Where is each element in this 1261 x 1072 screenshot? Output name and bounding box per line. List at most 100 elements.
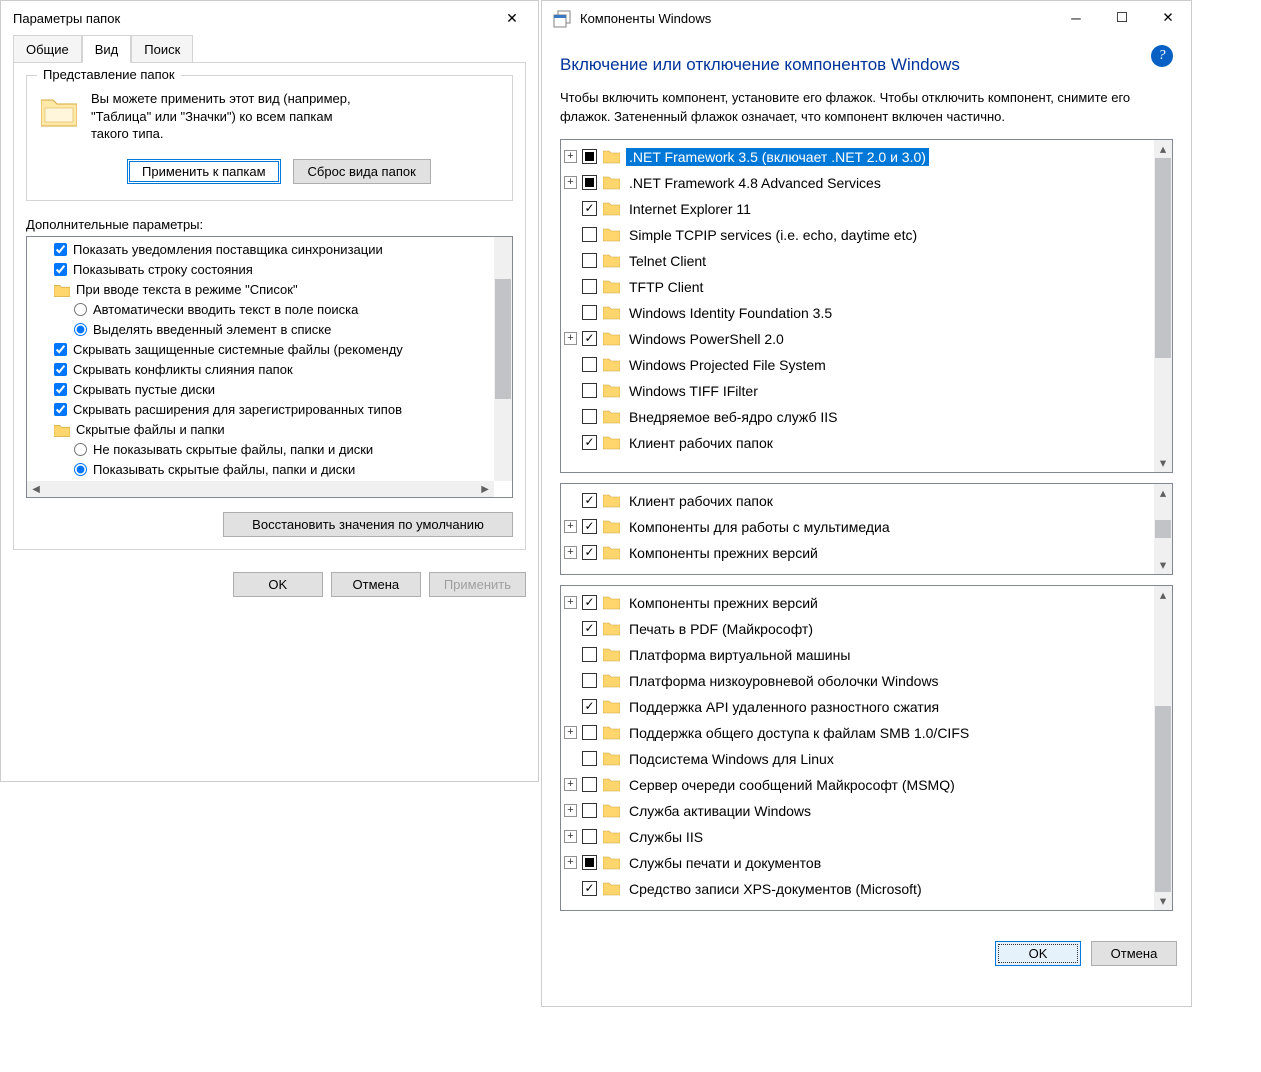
tree-row[interactable]: Поддержка API удаленного разностного сжа…	[564, 694, 1154, 720]
ok-button[interactable]: OK	[233, 572, 323, 597]
vertical-scrollbar[interactable]: ▴ ▾	[1154, 484, 1172, 574]
list-item[interactable]: При вводе текста в режиме "Список"	[30, 280, 494, 300]
features-tree-3[interactable]: +Компоненты прежних версийПечать в PDF (…	[560, 585, 1173, 911]
tab-search[interactable]: Поиск	[131, 35, 193, 62]
list-item[interactable]: Скрывать пустые диски	[30, 380, 494, 400]
checkbox[interactable]	[582, 383, 597, 398]
vertical-scrollbar[interactable]: ▴ ▾	[1154, 586, 1172, 910]
expand-icon[interactable]: +	[564, 176, 577, 189]
radio[interactable]	[74, 443, 87, 456]
scroll-up-icon[interactable]: ▴	[1154, 140, 1172, 158]
close-button[interactable]: ✕	[1145, 3, 1191, 33]
features-tree-2[interactable]: Клиент рабочих папок+Компоненты для рабо…	[560, 483, 1173, 575]
tab-general[interactable]: Общие	[13, 35, 82, 62]
scroll-down-icon[interactable]: ▾	[1154, 454, 1172, 472]
checkbox[interactable]	[54, 363, 67, 376]
tree-row[interactable]: Платформа низкоуровневой оболочки Window…	[564, 668, 1154, 694]
list-item[interactable]: Показывать скрытые файлы, папки и диски	[30, 460, 494, 480]
tree-row[interactable]: +Службы печати и документов	[564, 850, 1154, 876]
cancel-button[interactable]: Отмена	[1091, 941, 1177, 966]
reset-folders-button[interactable]: Сброс вида папок	[293, 159, 431, 184]
tab-view[interactable]: Вид	[82, 35, 132, 63]
tree-row[interactable]: Windows Projected File System	[564, 352, 1154, 378]
checkbox[interactable]	[582, 595, 597, 610]
list-item[interactable]: Скрывать конфликты слияния папок	[30, 360, 494, 380]
tree-row[interactable]: Windows TIFF IFilter	[564, 378, 1154, 404]
checkbox[interactable]	[582, 357, 597, 372]
checkbox[interactable]	[54, 243, 67, 256]
close-button[interactable]: ✕	[490, 3, 534, 33]
tree-row[interactable]: TFTP Client	[564, 274, 1154, 300]
tree-row[interactable]: +.NET Framework 4.8 Advanced Services	[564, 170, 1154, 196]
tree-row[interactable]: Внедряемое веб-ядро служб IIS	[564, 404, 1154, 430]
checkbox[interactable]	[54, 343, 67, 356]
radio[interactable]	[74, 323, 87, 336]
checkbox[interactable]	[582, 777, 597, 792]
tree-row[interactable]: Internet Explorer 11	[564, 196, 1154, 222]
scroll-up-icon[interactable]: ▴	[1154, 586, 1172, 604]
restore-defaults-button[interactable]: Восстановить значения по умолчанию	[223, 512, 513, 537]
tree-row[interactable]: +Поддержка общего доступа к файлам SMB 1…	[564, 720, 1154, 746]
scroll-down-icon[interactable]: ▾	[1154, 892, 1172, 910]
tree-row[interactable]: +Windows PowerShell 2.0	[564, 326, 1154, 352]
tree-row[interactable]: Windows Identity Foundation 3.5	[564, 300, 1154, 326]
checkbox[interactable]	[54, 403, 67, 416]
ok-button[interactable]: OK	[995, 941, 1081, 966]
scroll-thumb[interactable]	[1155, 158, 1171, 358]
scroll-right-icon[interactable]: ►	[476, 481, 494, 497]
expand-icon[interactable]: +	[564, 830, 577, 843]
checkbox[interactable]	[582, 305, 597, 320]
vertical-scrollbar[interactable]	[494, 237, 512, 481]
list-item[interactable]: Выделять введенный элемент в списке	[30, 320, 494, 340]
checkbox[interactable]	[582, 621, 597, 636]
checkbox[interactable]	[582, 149, 597, 164]
tree-row[interactable]: Подсистема Windows для Linux	[564, 746, 1154, 772]
tree-row[interactable]: +Службы IIS	[564, 824, 1154, 850]
expand-icon[interactable]: +	[564, 520, 577, 533]
expand-icon[interactable]: +	[564, 150, 577, 163]
expand-icon[interactable]: +	[564, 596, 577, 609]
checkbox[interactable]	[582, 201, 597, 216]
checkbox[interactable]	[54, 383, 67, 396]
checkbox[interactable]	[582, 545, 597, 560]
scroll-down-icon[interactable]: ▾	[1154, 556, 1172, 574]
list-item[interactable]: Скрытые файлы и папки	[30, 420, 494, 440]
checkbox[interactable]	[582, 409, 597, 424]
minimize-button[interactable]: ─	[1053, 3, 1099, 33]
horizontal-scrollbar[interactable]: ◄ ►	[27, 481, 494, 497]
apply-to-folders-button[interactable]: Применить к папкам	[127, 159, 281, 184]
checkbox[interactable]	[582, 227, 597, 242]
scroll-thumb[interactable]	[1155, 706, 1171, 892]
maximize-button[interactable]: ☐	[1099, 3, 1145, 33]
list-item[interactable]: Скрывать расширения для зарегистрированн…	[30, 400, 494, 420]
checkbox[interactable]	[582, 855, 597, 870]
checkbox[interactable]	[582, 175, 597, 190]
scroll-left-icon[interactable]: ◄	[27, 481, 45, 497]
tree-row[interactable]: +.NET Framework 3.5 (включает .NET 2.0 и…	[564, 144, 1154, 170]
titlebar[interactable]: Параметры папок ✕	[1, 1, 538, 35]
vertical-scrollbar[interactable]: ▴ ▾	[1154, 140, 1172, 472]
tree-row[interactable]: +Компоненты прежних версий	[564, 590, 1154, 616]
help-icon[interactable]: ?	[1151, 45, 1173, 67]
checkbox[interactable]	[582, 829, 597, 844]
expand-icon[interactable]: +	[564, 546, 577, 559]
features-tree-1[interactable]: +.NET Framework 3.5 (включает .NET 2.0 и…	[560, 139, 1173, 473]
expand-icon[interactable]: +	[564, 726, 577, 739]
checkbox[interactable]	[582, 751, 597, 766]
checkbox[interactable]	[582, 435, 597, 450]
list-item[interactable]: Автоматически вводить текст в поле поиск…	[30, 300, 494, 320]
tree-row[interactable]: Платформа виртуальной машины	[564, 642, 1154, 668]
scroll-up-icon[interactable]: ▴	[1154, 484, 1172, 502]
list-item[interactable]: Не показывать скрытые файлы, папки и дис…	[30, 440, 494, 460]
titlebar[interactable]: Компоненты Windows ─ ☐ ✕	[542, 1, 1191, 35]
tree-row[interactable]: Клиент рабочих папок	[564, 488, 1154, 514]
checkbox[interactable]	[582, 699, 597, 714]
checkbox[interactable]	[582, 519, 597, 534]
checkbox[interactable]	[582, 253, 597, 268]
checkbox[interactable]	[582, 331, 597, 346]
tree-row[interactable]: +Сервер очереди сообщений Майкрософт (MS…	[564, 772, 1154, 798]
tree-row[interactable]: Средство записи XPS-документов (Microsof…	[564, 876, 1154, 902]
checkbox[interactable]	[582, 647, 597, 662]
tree-row[interactable]: Печать в PDF (Майкрософт)	[564, 616, 1154, 642]
expand-icon[interactable]: +	[564, 778, 577, 791]
